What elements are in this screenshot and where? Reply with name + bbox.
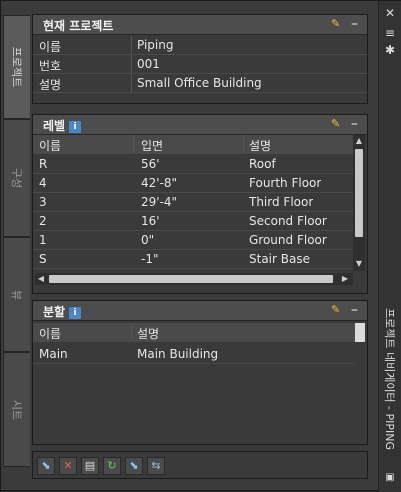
scroll-left-arrow-icon[interactable]: ◀ [36, 274, 46, 284]
col-elevation-header[interactable]: 입면 [141, 137, 163, 154]
levels-panel: 레벨 i ✎ – 이름 입면 설명 R 56' Roof 4 42'-8" Fou… [32, 114, 368, 294]
tab-view[interactable]: 뷰 [3, 237, 30, 352]
level-name: 4 [39, 176, 47, 190]
division-row[interactable]: Main Main Building [33, 345, 355, 364]
divisions-column-headers: 이름 설명 [33, 323, 355, 342]
edit-tool-icon[interactable]: ✎ [331, 304, 345, 316]
level-row[interactable]: 4 42'-8" Fourth Floor [33, 174, 353, 193]
scroll-down-arrow-icon[interactable]: ▼ [354, 259, 364, 269]
divisions-scrollbar-corner [355, 323, 365, 342]
properties-icon[interactable]: ▤ [81, 457, 99, 475]
col-description-header[interactable]: 설명 [249, 137, 271, 154]
tab-sheet-label: 시트 [10, 399, 23, 420]
close-icon[interactable]: ✕ [383, 6, 397, 20]
project-row-label: 번호 [39, 59, 62, 73]
tab-project-label: 프로젝트 [10, 46, 24, 88]
add-level-icon[interactable]: ⬊ [37, 457, 55, 475]
level-row[interactable]: S -1" Stair Base [33, 250, 353, 269]
menu-icon[interactable]: ▣ [383, 471, 397, 485]
levels-horizontal-scrollbar[interactable]: ◀ ▶ [35, 273, 353, 285]
edit-tool-icon[interactable]: ✎ [331, 118, 345, 130]
edit-tool-icon[interactable]: ✎ [331, 18, 345, 30]
minimize-icon[interactable]: – [351, 16, 361, 32]
tab-project[interactable]: 프로젝트 [3, 15, 30, 119]
level-row[interactable]: R 56' Roof [33, 155, 353, 174]
level-row[interactable]: 1 0" Ground Floor [33, 231, 353, 250]
current-project-header: 현재 프로젝트 ✎ – [33, 15, 367, 35]
division-description: Main Building [137, 347, 219, 361]
divisions-header: 분할 i ✎ – [33, 301, 367, 321]
repath-icon[interactable]: ⇆ [147, 457, 165, 475]
divisions-title: 분할 i [43, 303, 82, 320]
levels-title: 레벨 i [43, 117, 82, 134]
level-description: Fourth Floor [249, 176, 322, 190]
project-navigator-window: 프로젝트 구성 뷰 시트 현재 프로젝트 ✎ – 이름 Piping 번호 00… [0, 0, 401, 492]
info-icon[interactable]: i [69, 306, 82, 319]
level-elevation: 0" [141, 233, 155, 247]
project-row-label: 설명 [39, 78, 62, 92]
levels-header: 레벨 i ✎ – [33, 115, 367, 135]
palette-title: 프로젝트 네비게이터 - PIPING [382, 289, 398, 469]
col-name-header[interactable]: 이름 [39, 325, 61, 342]
tab-structure-label: 구성 [10, 167, 23, 189]
scrollbar-thumb[interactable] [355, 149, 363, 237]
levels-column-headers: 이름 입면 설명 [33, 135, 353, 154]
divisions-title-text: 분할 [43, 305, 66, 319]
level-name: 3 [39, 195, 47, 209]
level-elevation: 56' [141, 157, 160, 171]
info-icon[interactable]: i [69, 120, 82, 133]
minimize-icon[interactable]: – [351, 302, 361, 318]
level-elevation: 42'-8" [141, 176, 178, 190]
level-description: Third Floor [249, 195, 314, 209]
level-elevation: 29'-4" [141, 195, 178, 209]
level-name: R [39, 157, 48, 171]
tab-view-label: 뷰 [10, 289, 23, 300]
minimize-icon[interactable]: – [351, 116, 361, 132]
current-project-title: 현재 프로젝트 [43, 19, 114, 33]
scroll-up-arrow-icon[interactable]: ▲ [354, 136, 364, 146]
level-row[interactable]: 2 16' Second Floor [33, 212, 353, 231]
current-project-panel: 현재 프로젝트 ✎ – 이름 Piping 번호 001 설명 Small Of… [32, 14, 368, 104]
delete-level-icon[interactable]: ✕ [59, 457, 77, 475]
divisions-panel: 분할 i ✎ – 이름 설명 Main Main Building [32, 300, 368, 445]
scrollbar-thumb[interactable] [49, 275, 333, 283]
project-row[interactable]: 이름 Piping [33, 36, 367, 55]
level-name: S [39, 252, 47, 266]
col-description-header[interactable]: 설명 [137, 325, 159, 342]
level-description: Second Floor [249, 214, 327, 228]
tab-sheet[interactable]: 시트 [3, 352, 30, 467]
tab-structure[interactable]: 구성 [3, 119, 30, 237]
level-name: 1 [39, 233, 47, 247]
col-name-header[interactable]: 이름 [39, 137, 61, 154]
level-name: 2 [39, 214, 47, 228]
project-row-value: Piping [137, 38, 174, 52]
levels-vertical-scrollbar[interactable]: ▲ ▼ [353, 135, 365, 271]
refresh-icon[interactable]: ↻ [103, 457, 121, 475]
regenerate-icon[interactable]: ⬊ [125, 457, 143, 475]
project-row-label: 이름 [39, 40, 62, 54]
project-row-value: 001 [137, 57, 160, 71]
project-row[interactable]: 번호 001 [33, 55, 367, 74]
project-row[interactable]: 설명 Small Office Building [33, 74, 367, 93]
levels-title-text: 레벨 [43, 119, 66, 133]
level-description: Roof [249, 157, 276, 171]
level-description: Stair Base [249, 252, 310, 266]
bottom-toolbar: ⬊ ✕ ▤ ↻ ⬊ ⇆ [32, 451, 368, 479]
gear-icon[interactable]: ✱ [383, 43, 397, 57]
scroll-right-arrow-icon[interactable]: ▶ [340, 274, 350, 284]
pin-icon[interactable]: ≡ [383, 26, 397, 40]
project-row-value: Small Office Building [137, 76, 262, 90]
level-elevation: 16' [141, 214, 160, 228]
level-row[interactable]: 3 29'-4" Third Floor [33, 193, 353, 212]
palette-titlebar[interactable]: ✕ ≡ ✱ 프로젝트 네비게이터 - PIPING ▣ [378, 1, 401, 492]
palette-title-text: 프로젝트 네비게이터 - PIPING [383, 307, 397, 451]
level-elevation: -1" [141, 252, 159, 266]
division-name: Main [39, 347, 68, 361]
level-description: Ground Floor [249, 233, 327, 247]
